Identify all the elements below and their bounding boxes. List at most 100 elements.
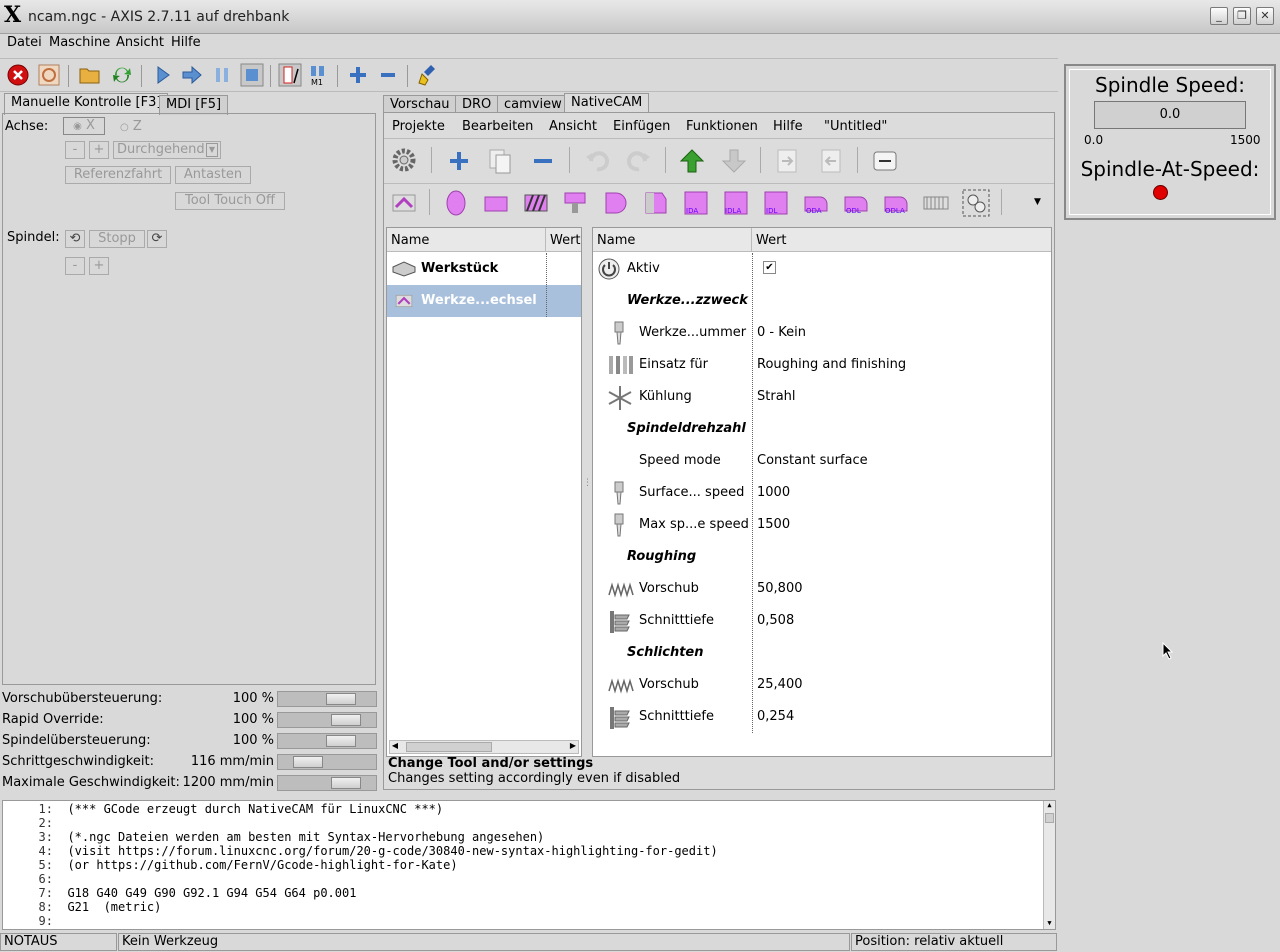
gcode-line[interactable]: 9: — [3, 914, 67, 928]
prop-value[interactable]: 0,254 — [757, 709, 794, 724]
home-button[interactable]: Referenzfahrt — [65, 166, 171, 184]
prop-value[interactable]: Constant surface — [757, 453, 868, 468]
odl-op-icon[interactable]: ODL — [842, 189, 870, 217]
menu-datei[interactable]: Datei — [7, 35, 42, 50]
ncam-menu-funktionen[interactable]: Funktionen — [686, 119, 758, 134]
groove-op-icon[interactable] — [562, 189, 590, 217]
tool-change-icon[interactable] — [390, 189, 418, 217]
override-slider[interactable] — [277, 691, 377, 707]
chamfer-op-icon[interactable] — [642, 189, 670, 217]
spindle-stop-button[interactable]: Stopp — [89, 230, 145, 248]
oda-op-icon[interactable]: ODA — [802, 189, 830, 217]
active-checkbox[interactable]: ✔ — [763, 261, 776, 274]
prop-value[interactable]: Roughing and finishing — [757, 357, 906, 372]
outdent-icon[interactable] — [816, 147, 844, 175]
optional-stop-icon[interactable]: M1 — [307, 63, 331, 87]
open-folder-icon[interactable] — [78, 63, 102, 87]
prop-value[interactable]: 1500 — [757, 517, 790, 532]
subroutine-icon[interactable] — [962, 189, 990, 217]
remove-icon[interactable] — [529, 147, 557, 175]
gcode-line[interactable]: 7: G18 G40 G49 G90 G92.1 G94 G54 G64 p0.… — [3, 886, 357, 900]
tab-manual[interactable]: Manuelle Kontrolle [F3] — [4, 93, 169, 115]
jog-minus-button[interactable]: - — [65, 141, 85, 159]
prop-value[interactable]: 0,508 — [757, 613, 794, 628]
props-row[interactable]: Aktiv ✔ — [593, 253, 1051, 285]
props-row[interactable]: Werkze...ummer 0 - Kein — [593, 317, 1051, 349]
spindle-cw-icon[interactable]: ⟳ — [147, 230, 167, 248]
props-row[interactable]: Einsatz für Roughing and finishing — [593, 349, 1051, 381]
slider-handle[interactable] — [331, 714, 361, 726]
reload-icon[interactable] — [110, 63, 134, 87]
gcode-scrollbar[interactable]: ▲ ▼ — [1043, 801, 1055, 929]
minimize-button[interactable]: _ — [1210, 7, 1228, 25]
slider-handle[interactable] — [293, 756, 323, 768]
prop-value[interactable]: 25,400 — [757, 677, 803, 692]
props-row[interactable]: Vorschub 50,800 — [593, 573, 1051, 605]
radius-op-icon[interactable] — [602, 189, 630, 217]
override-slider[interactable] — [277, 733, 377, 749]
props-row[interactable]: Kühlung Strahl — [593, 381, 1051, 413]
gcode-line[interactable]: 2: — [3, 816, 67, 830]
odla-op-icon[interactable]: ODLA — [882, 189, 910, 217]
move-up-icon[interactable] — [678, 147, 706, 175]
ncam-menu-einfuegen[interactable]: Einfügen — [613, 119, 670, 134]
prop-value[interactable]: 50,800 — [757, 581, 803, 596]
gcode-line[interactable]: 5: (or https://github.com/FernV/Gcode-hi… — [3, 858, 458, 872]
spindle-ccw-icon[interactable]: ⟲ — [65, 230, 85, 248]
jog-plus-button[interactable]: + — [89, 141, 109, 159]
ncam-menu-ansicht[interactable]: Ansicht — [549, 119, 597, 134]
gcode-line[interactable]: 3: (*.ngc Dateien werden am besten mit S… — [3, 830, 545, 844]
ncam-menu-hilfe[interactable]: Hilfe — [773, 119, 803, 134]
undo-icon[interactable] — [583, 147, 611, 175]
redo-icon[interactable] — [625, 147, 653, 175]
props-row[interactable]: Max sp...e speed 1500 — [593, 509, 1051, 541]
pause-icon[interactable] — [210, 63, 234, 87]
gcode-line[interactable]: 4: (visit https://forum.linuxcnc.org/for… — [3, 844, 718, 858]
prop-value[interactable]: Strahl — [757, 389, 796, 404]
props-row[interactable]: Vorschub 25,400 — [593, 669, 1051, 701]
jog-mode-select[interactable]: Durchgehend ▼ — [113, 141, 221, 159]
override-slider[interactable] — [277, 775, 377, 791]
clear-plot-icon[interactable] — [417, 63, 441, 87]
menu-hilfe[interactable]: Hilfe — [171, 35, 201, 50]
menu-ansicht[interactable]: Ansicht — [116, 35, 164, 50]
prop-value[interactable]: 1000 — [757, 485, 790, 500]
gcode-line[interactable]: 8: G21 (metric) — [3, 900, 162, 914]
props-header-name[interactable]: Name — [593, 228, 751, 252]
tree-item-tool-change[interactable]: Werkze...echsel — [387, 285, 581, 317]
spindle-minus-button[interactable]: - — [65, 257, 85, 275]
props-header-value[interactable]: Wert — [751, 228, 1051, 252]
cylinder-op-icon[interactable] — [482, 189, 510, 217]
run-icon[interactable] — [151, 63, 175, 87]
more-dropdown-icon[interactable]: ▼ — [1034, 197, 1041, 207]
step-icon[interactable] — [180, 63, 204, 87]
tree-hscrollbar[interactable]: ◀ ▶ — [389, 740, 579, 754]
override-slider[interactable] — [277, 712, 377, 728]
idla-op-icon[interactable]: IDLA — [722, 189, 750, 217]
axis-x-radio[interactable]: ◉ X — [63, 117, 105, 135]
tree-header-name[interactable]: Name — [387, 228, 545, 252]
spindle-plus-button[interactable]: + — [89, 257, 109, 275]
duplicate-icon[interactable] — [486, 147, 514, 175]
idl-op-icon[interactable]: IDL — [762, 189, 790, 217]
slider-handle[interactable] — [326, 693, 356, 705]
move-down-icon[interactable] — [720, 147, 748, 175]
props-row[interactable]: Schnitttiefe 0,254 — [593, 701, 1051, 733]
add-icon[interactable] — [445, 147, 473, 175]
zoom-in-icon[interactable] — [346, 63, 370, 87]
estop-icon[interactable] — [6, 63, 30, 87]
maximize-button[interactable]: ❐ — [1233, 7, 1251, 25]
tab-mdi[interactable]: MDI [F5] — [159, 95, 229, 115]
pane-splitter[interactable]: ⋮ — [583, 478, 592, 488]
props-row[interactable]: Surface... speed 1000 — [593, 477, 1051, 509]
touch-off-button[interactable]: Antasten — [175, 166, 251, 184]
tree-item-workpiece[interactable]: Werkstück — [387, 253, 581, 285]
gcode-line[interactable]: 6: — [3, 872, 67, 886]
gcode-view[interactable]: 1: (*** GCode erzeugt durch NativeCAM fü… — [2, 800, 1056, 930]
close-button[interactable]: ✕ — [1256, 7, 1274, 25]
block-delete-icon[interactable] — [278, 63, 302, 87]
props-row[interactable]: Schnitttiefe 0,508 — [593, 605, 1051, 637]
props-row[interactable]: Speed mode Constant surface — [593, 445, 1051, 477]
machine-power-icon[interactable] — [37, 63, 61, 87]
face-op-icon[interactable] — [442, 189, 470, 217]
